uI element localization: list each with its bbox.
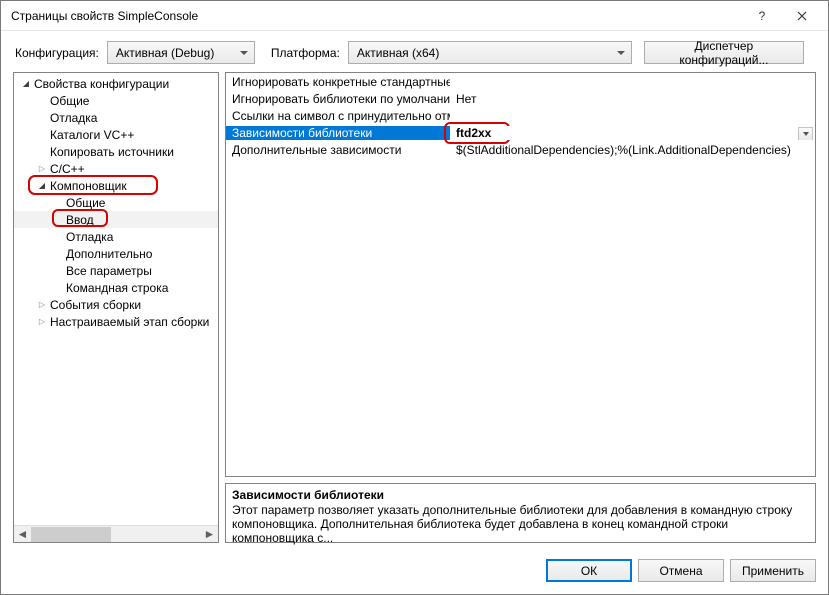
tree-item-10[interactable]: Дополнительно	[14, 245, 218, 262]
tree-item-8[interactable]: Ввод	[14, 211, 218, 228]
ok-button[interactable]: ОК	[546, 559, 632, 582]
property-row-1[interactable]: Игнорировать библиотеки по умолчанию Нет	[226, 90, 815, 107]
tree-item-2[interactable]: Отладка	[14, 109, 218, 126]
help-button[interactable]: ?	[742, 2, 782, 30]
platform-value: Активная (x64)	[357, 46, 439, 60]
cancel-button[interactable]: Отмена	[638, 559, 724, 582]
tree-item-12[interactable]: Командная строка	[14, 279, 218, 296]
tree-item-label: Отладка	[66, 230, 113, 244]
tree-item-label: Свойства конфигурации	[34, 77, 169, 91]
tree-item-0[interactable]: Свойства конфигурации	[14, 75, 218, 92]
titlebar: Страницы свойств SimpleConsole ?	[1, 1, 828, 31]
tree-arrow-icon[interactable]	[36, 164, 48, 173]
tree-item-13[interactable]: События сборки	[14, 296, 218, 313]
property-row-4[interactable]: Дополнительные зависимости $(StlAdditiona…	[226, 141, 815, 158]
dialog-footer: ОК Отмена Применить	[1, 551, 828, 594]
tree-item-label: Копировать источники	[50, 145, 174, 159]
property-value-text: $(StlAdditionalDependencies);%(Link.Addi…	[456, 143, 791, 157]
main-area: Свойства конфигурации Общие Отладка Каталог…	[1, 72, 828, 551]
configuration-value: Активная (Debug)	[116, 46, 214, 60]
property-label: Дополнительные зависимости	[226, 143, 450, 157]
configuration-combo[interactable]: Активная (Debug)	[107, 41, 255, 64]
tree-arrow-icon[interactable]	[36, 181, 48, 190]
tree-arrow-icon[interactable]	[36, 300, 48, 309]
chevron-down-icon[interactable]	[798, 127, 813, 140]
config-bar: Конфигурация: Активная (Debug) Платформа…	[1, 31, 828, 72]
scroll-right-icon[interactable]: ►	[201, 526, 218, 543]
property-row-3[interactable]: Зависимости библиотеки ftd2xx	[226, 124, 815, 141]
property-value-text: ftd2xx	[456, 126, 491, 140]
tree-item-6[interactable]: Компоновщик	[14, 177, 218, 194]
tree-horizontal-scrollbar[interactable]: ◄ ►	[14, 525, 218, 542]
property-row-2[interactable]: Ссылки на символ с принудительно отме	[226, 107, 815, 124]
property-pages-dialog: Страницы свойств SimpleConsole ? Конфигу…	[0, 0, 829, 595]
tree-arrow-icon[interactable]	[36, 317, 48, 326]
property-value[interactable]: $(StlAdditionalDependencies);%(Link.Addi…	[450, 143, 815, 157]
property-label: Игнорировать конкретные стандартные б	[226, 75, 450, 89]
close-icon	[797, 11, 807, 21]
property-value[interactable]: ftd2xx	[450, 126, 815, 140]
tree-item-label: Командная строка	[66, 281, 168, 295]
tree-item-label: Настраиваемый этап сборки	[50, 315, 209, 329]
tree-item-label: Отладка	[50, 111, 97, 125]
configuration-label: Конфигурация:	[15, 46, 99, 60]
tree-item-label: Общие	[66, 196, 105, 210]
tree-item-label: Ввод	[66, 213, 94, 227]
property-label: Игнорировать библиотеки по умолчанию	[226, 92, 450, 106]
tree-item-label: Все параметры	[66, 264, 152, 278]
tree-arrow-icon[interactable]	[20, 79, 32, 88]
tree-item-9[interactable]: Отладка	[14, 228, 218, 245]
tree-item-14[interactable]: Настраиваемый этап сборки	[14, 313, 218, 330]
tree-item-label: C/C++	[50, 162, 85, 176]
description-text: Этот параметр позволяет указать дополнит…	[232, 503, 809, 545]
tree-item-1[interactable]: Общие	[14, 92, 218, 109]
apply-button[interactable]: Применить	[730, 559, 816, 582]
close-button[interactable]	[782, 2, 822, 30]
tree-item-label: Каталоги VC++	[50, 128, 134, 142]
tree-item-label: Компоновщик	[50, 179, 127, 193]
tree-item-5[interactable]: C/C++	[14, 160, 218, 177]
tree-item-7[interactable]: Общие	[14, 194, 218, 211]
property-grid[interactable]: Игнорировать конкретные стандартные бИгн…	[225, 72, 816, 477]
tree-item-4[interactable]: Копировать источники	[14, 143, 218, 160]
platform-combo[interactable]: Активная (x64)	[348, 41, 632, 64]
property-label: Зависимости библиотеки	[226, 126, 450, 140]
property-label: Ссылки на символ с принудительно отме	[226, 109, 450, 123]
category-tree[interactable]: Свойства конфигурации Общие Отладка Каталог…	[13, 72, 219, 543]
tree-scroll: Свойства конфигурации Общие Отладка Каталог…	[14, 73, 218, 525]
scroll-left-icon[interactable]: ◄	[14, 526, 31, 543]
window-title: Страницы свойств SimpleConsole	[11, 9, 742, 23]
description-title: Зависимости библиотеки	[232, 488, 809, 502]
property-value[interactable]: Нет	[450, 92, 815, 106]
tree-item-label: События сборки	[50, 298, 141, 312]
tree-item-3[interactable]: Каталоги VC++	[14, 126, 218, 143]
right-pane: Игнорировать конкретные стандартные бИгн…	[225, 72, 816, 543]
property-value-text: Нет	[456, 92, 476, 106]
tree-item-label: Общие	[50, 94, 89, 108]
tree-item-label: Дополнительно	[66, 247, 152, 261]
description-box: Зависимости библиотеки Этот параметр поз…	[225, 483, 816, 543]
platform-label: Платформа:	[271, 46, 340, 60]
property-row-0[interactable]: Игнорировать конкретные стандартные б	[226, 73, 815, 90]
scroll-thumb[interactable]	[31, 527, 111, 542]
config-manager-button[interactable]: Диспетчер конфигураций...	[644, 41, 804, 64]
scroll-track[interactable]	[31, 526, 201, 543]
tree-item-11[interactable]: Все параметры	[14, 262, 218, 279]
